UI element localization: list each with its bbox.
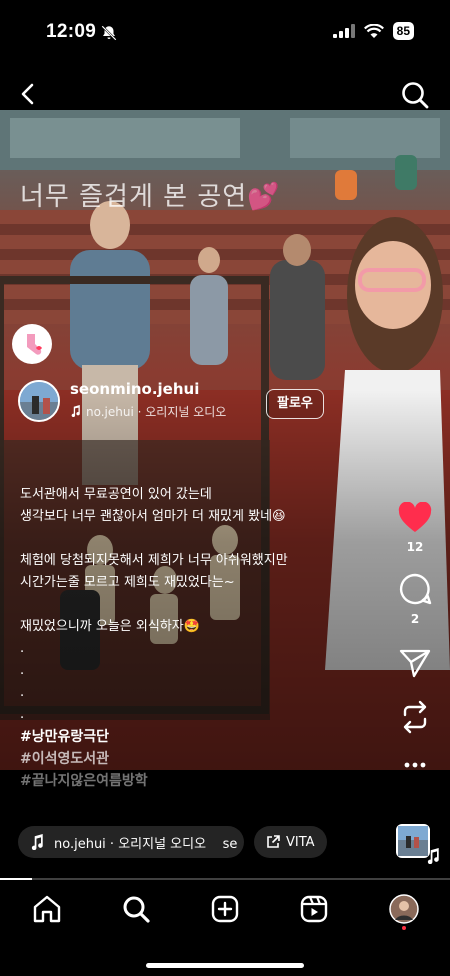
audio-label: no.jehui · 오리지널 오디오 xyxy=(86,405,227,419)
vita-chip[interactable]: VITA xyxy=(254,826,327,858)
like-action[interactable]: 12 xyxy=(398,502,432,554)
profile-tab[interactable] xyxy=(389,894,419,930)
audio-thumbnail-image xyxy=(398,826,428,856)
bottom-chips: no.jehui · 오리지널 오디오 se VITA xyxy=(18,824,439,864)
profile-icon[interactable] xyxy=(389,894,419,924)
battery-indicator: 85 xyxy=(392,22,414,40)
bottom-nav xyxy=(0,880,450,976)
vita-chip-label: VITA xyxy=(286,834,315,850)
sock-sticker-icon xyxy=(27,334,42,355)
action-column: 12 2 xyxy=(394,502,436,782)
share-icon[interactable] xyxy=(399,648,431,678)
audio-thumbnail[interactable] xyxy=(396,824,439,864)
create-icon[interactable] xyxy=(210,894,240,924)
like-count: 12 xyxy=(406,540,424,554)
caption-line: . xyxy=(20,685,25,700)
caption-line: . xyxy=(20,641,25,656)
music-note-icon xyxy=(71,405,80,418)
username[interactable]: seonmino.jehui xyxy=(70,380,199,398)
caption-line: 재밌었으니까 오늘은 외식하자🤩 xyxy=(20,619,200,634)
share-action[interactable] xyxy=(399,648,431,678)
more-action[interactable] xyxy=(404,762,426,768)
audio-chip[interactable]: no.jehui · 오리지널 오디오 se xyxy=(18,826,244,858)
remix-action[interactable] xyxy=(400,700,430,734)
avatar[interactable] xyxy=(18,380,60,422)
avatar-image xyxy=(20,382,58,420)
home-icon[interactable] xyxy=(32,894,62,924)
back-icon[interactable] xyxy=(14,80,42,108)
notification-dot xyxy=(402,926,406,930)
caption-line: 체험에 당첨되지못해서 제희가 너무 아쉬워했지만 xyxy=(20,553,288,568)
video-overlay-text: 너무 즐겁게 본 공연💕 xyxy=(20,182,281,212)
mute-bell-icon xyxy=(101,25,117,41)
wifi-icon xyxy=(363,23,384,38)
status-icons: 85 xyxy=(332,22,414,40)
comment-icon[interactable] xyxy=(398,572,432,606)
caption-line: 도서관애서 무료공연이 있어 갔는데 xyxy=(20,487,212,502)
hashtag[interactable]: #이석영도서관 xyxy=(20,748,380,770)
remix-icon[interactable] xyxy=(400,700,430,734)
caption-line: 시간가는줄 모르고 제희도 재밌었다는~ xyxy=(20,575,235,590)
home-indicator xyxy=(146,963,304,968)
caption-line: . xyxy=(20,707,25,722)
caption[interactable]: 도서관애서 무료공연이 있어 갔는데 생각보다 너무 괜찮아서 엄마가 더 재밌… xyxy=(20,484,380,792)
link-icon xyxy=(267,835,280,848)
heart-icon[interactable] xyxy=(398,502,432,534)
search-icon[interactable] xyxy=(400,80,430,110)
comment-count: 2 xyxy=(410,612,420,626)
explore-icon[interactable] xyxy=(121,894,151,924)
hashtag[interactable]: #낭만유랑극단 xyxy=(20,726,380,748)
status-time: 12:09 xyxy=(46,21,97,42)
music-note-icon xyxy=(31,834,43,850)
comment-action[interactable]: 2 xyxy=(398,572,432,626)
caption-line: 생각보다 너무 괜찮아서 엄마가 더 재밌게 봤네😆 xyxy=(20,509,286,524)
reels-icon[interactable] xyxy=(299,894,329,924)
audio-line[interactable]: no.jehui · 오리지널 오디오 xyxy=(70,403,226,420)
sticker-badge xyxy=(12,324,52,364)
music-note-icon xyxy=(427,848,439,864)
hashtag[interactable]: #끝나지않은여름방학 xyxy=(20,770,380,792)
more-icon[interactable] xyxy=(404,762,426,768)
follow-button[interactable]: 팔로우 xyxy=(266,389,324,419)
top-bar xyxy=(0,76,450,112)
audio-chip-label: no.jehui · 오리지널 오디오 se xyxy=(54,836,238,852)
caption-line: . xyxy=(20,663,25,678)
status-bar: 12:09 85 xyxy=(0,0,450,66)
cellular-signal-icon xyxy=(332,24,355,38)
